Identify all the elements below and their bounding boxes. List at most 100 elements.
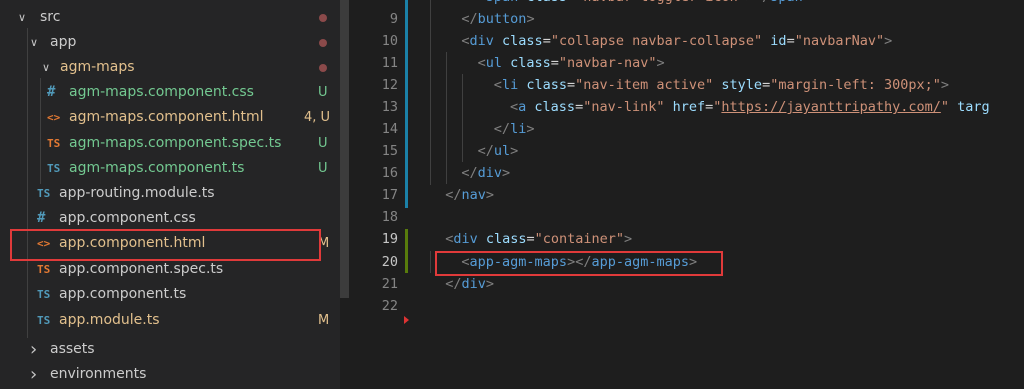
line-number: 12 [381,77,398,93]
folder-label: assets [50,341,95,357]
code-line: 21 </div> [349,273,1024,295]
ts-file-icon: TS [37,314,51,327]
code-token: ></ [746,0,770,5]
code-token: = [786,33,795,49]
code-line: 11 <ul class="navbar-nav"> [349,52,1024,74]
code-token: div [453,231,478,247]
file-item[interactable]: TS app.module.ts M [0,308,340,333]
code-text: </nav> [445,184,494,206]
code-line: 17 </nav> [349,184,1024,206]
chevron-right-icon[interactable]: › [30,337,37,362]
code-token: li [510,121,527,137]
code-token: "nav-link" [583,99,665,115]
code-token: class [518,0,567,5]
line-number: 10 [381,33,398,49]
code-token: = [566,77,576,93]
ts-file-icon: TS [37,187,51,200]
folder-label: agm-maps [60,59,135,75]
code-token: span [486,0,519,5]
code-token: div [477,165,503,181]
file-label: app.component.css [59,210,196,226]
highlight-box-app-component-html [10,229,321,261]
file-item[interactable]: <> agm-maps.component.html 4, U [0,105,340,130]
css-file-icon: # [37,210,46,226]
ts-file-icon: TS [37,288,51,301]
code-line: 18 [349,206,1024,228]
chevron-down-icon[interactable]: ∨ [42,55,50,80]
code-token: button [477,11,527,27]
line-number: 15 [381,143,398,159]
folder-item[interactable]: › environments [0,362,340,387]
code-token: div [469,33,494,49]
file-label: app-routing.module.ts [59,185,215,201]
code-token: > [485,187,494,203]
folder-item[interactable]: › assets [0,337,340,362]
file-item[interactable]: TS app.component.ts [0,282,340,307]
line-number: 16 [381,165,398,181]
code-token: class [477,231,527,247]
code-token: > [656,55,665,71]
ts-spec-file-icon: TS [47,137,61,150]
line-number: 14 [381,121,398,137]
line-number: 20 [381,254,398,270]
file-item[interactable]: # app.component.css [0,206,340,231]
code-token: < [478,0,486,5]
code-token: < [510,99,519,115]
code-text: <div class="container"> [445,228,632,250]
code-token: </ [445,276,462,292]
code-text: </li> [494,118,535,140]
explorer-scrollbar-thumb[interactable] [340,0,349,298]
line-number: 11 [381,55,398,71]
code-token: class [493,33,543,49]
code-token: class [526,99,576,115]
code-line: 13 <a class="nav-link" href="https://jaya… [349,96,1024,118]
line-number: 13 [381,99,398,115]
file-explorer: ∨ src ∨ app ∨ agm-maps # agm-maps.component.css… [0,0,340,389]
file-label: app.module.ts [59,312,160,328]
git-status-badge: M [318,313,330,328]
code-token: > [502,165,511,181]
code-line: 14 </li> [349,118,1024,140]
gutter-deleted-indicator [404,316,409,324]
file-item[interactable]: TS app-routing.module.ts [0,181,340,206]
file-item[interactable]: TS agm-maps.component.spec.ts U [0,131,340,156]
code-token: < [493,77,502,93]
folder-label: src [40,9,61,25]
code-token: ul [493,143,511,159]
code-token: ul [485,55,502,71]
code-token: < [461,33,470,49]
chevron-down-icon[interactable]: ∨ [18,5,26,30]
chevron-down-icon[interactable]: ∨ [30,30,38,55]
code-line: 19 <div class="container"> [349,228,1024,250]
folder-item[interactable]: ∨ agm-maps [0,55,340,80]
folder-item[interactable]: ∨ app [0,30,340,55]
git-status-badge: 4, U [304,110,331,125]
code-editor[interactable]: <span class="navbar-toggler-icon"></span… [349,0,1024,389]
code-token: "collapse navbar-collapse" [550,33,763,49]
chevron-right-icon[interactable]: › [30,362,37,387]
line-number: 17 [381,187,398,203]
code-token: "container" [534,231,625,247]
file-item[interactable]: # agm-maps.component.css U [0,80,340,105]
folder-label: environments [50,366,147,382]
code-token: </ [461,11,478,27]
code-text: </ul> [478,140,519,162]
file-label: agm-maps.component.html [69,109,264,125]
code-line: 15 </ul> [349,140,1024,162]
code-token: href [664,99,706,115]
code-token: nav [461,187,486,203]
code-token: https://jayanttripathy.com/ [721,99,941,115]
code-token: > [526,11,535,27]
file-label: app.component.ts [59,286,187,302]
code-text: <div class="collapse navbar-collapse" id… [461,30,892,52]
folder-item[interactable]: ∨ src [0,5,340,30]
code-token: </ [461,165,478,181]
code-line: 16 </div> [349,162,1024,184]
code-token: class [502,55,551,71]
file-item[interactable]: TS agm-maps.component.ts U [0,156,340,181]
code-token: > [624,231,633,247]
file-label: agm-maps.component.css [69,84,254,100]
code-token: > [510,143,519,159]
code-token: > [526,121,535,137]
line-number: 21 [381,276,398,292]
